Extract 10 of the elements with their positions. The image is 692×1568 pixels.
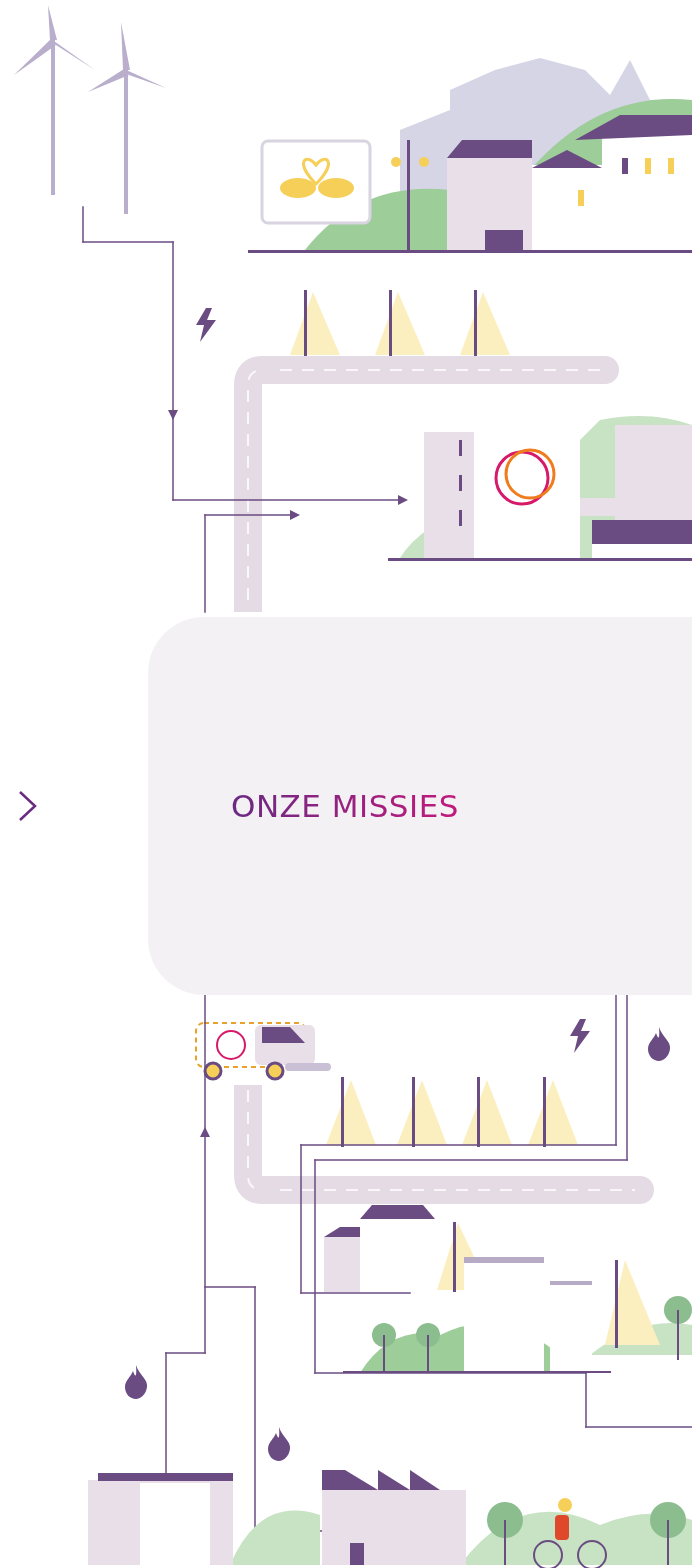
arrowhead-icon (168, 410, 178, 420)
mission-card[interactable]: ONZE MISSIES (148, 617, 692, 995)
flame-icon (125, 1365, 148, 1399)
flame-icon (268, 1427, 291, 1461)
arrowhead-icon (290, 510, 300, 520)
lightning-icon (196, 308, 216, 342)
arrowhead-icon (200, 1127, 210, 1137)
arrowhead-icon (398, 495, 408, 505)
flame-icon (648, 1027, 671, 1061)
lightning-icon (570, 1019, 590, 1053)
